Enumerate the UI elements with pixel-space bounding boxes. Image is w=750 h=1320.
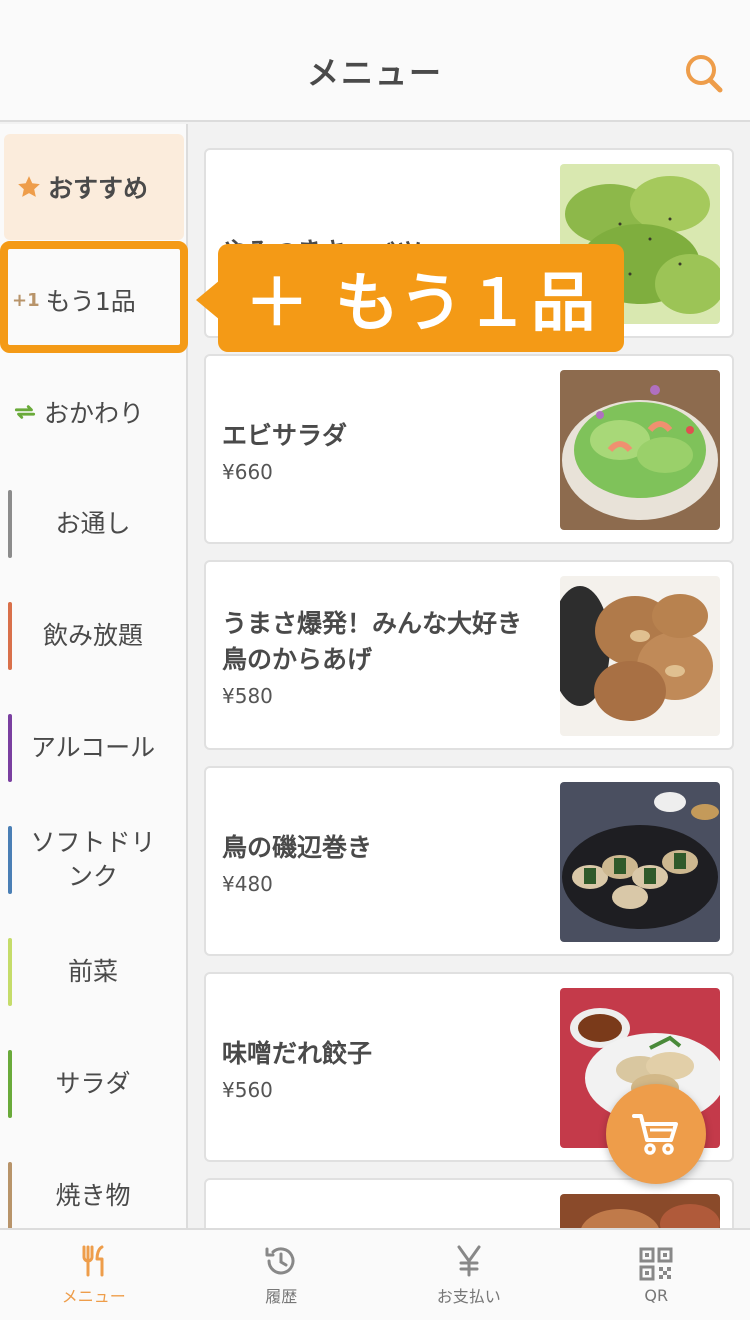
nav-qr[interactable]: QR <box>563 1230 750 1320</box>
sidebar-item-appetizer[interactable]: 前菜 <box>0 916 186 1028</box>
sidebar-item-label: アルコール <box>30 733 156 762</box>
refresh-icon <box>12 399 38 425</box>
menu-item-photo <box>560 782 720 942</box>
category-color-bar <box>8 938 12 1006</box>
sidebar-item-otoshi[interactable]: お通し <box>0 468 186 580</box>
fork-knife-icon <box>82 1245 104 1277</box>
nav-label: お支払い <box>436 1287 501 1306</box>
menu-item-name: 味噌だれ餃子 <box>222 1039 373 1068</box>
highlight-frame <box>0 241 188 353</box>
history-icon <box>265 1247 295 1275</box>
sidebar-item-all-you-can-drink[interactable]: 飲み放題 <box>0 580 186 692</box>
sidebar-item-recommended[interactable]: おすすめ <box>4 134 184 240</box>
sidebar-item-label: おすすめ <box>48 174 149 203</box>
menu-card[interactable] <box>204 1178 734 1228</box>
sidebar-item-label: お通し <box>55 509 131 538</box>
star-icon <box>16 174 42 200</box>
search-icon <box>686 55 723 93</box>
menu-item-name: エビサラダ <box>222 421 348 450</box>
sidebar-item-label: 飲み放題 <box>42 621 143 650</box>
nav-label: QR <box>644 1285 669 1305</box>
app-header: メニュー <box>0 0 750 122</box>
menu-item-price: ¥660 <box>222 460 273 484</box>
menu-card[interactable]: 鳥の磯辺巻き ¥480 <box>204 766 734 956</box>
sidebar-item-refill[interactable]: おかわり <box>0 356 186 468</box>
category-color-bar <box>8 1162 12 1228</box>
nav-history[interactable]: 履歴 <box>188 1230 376 1320</box>
qr-code-icon <box>639 1247 673 1280</box>
menu-item-photo <box>560 370 720 530</box>
sidebar-item-label: おかわり <box>44 399 145 428</box>
category-color-bar <box>8 714 12 782</box>
menu-item-photo <box>560 576 720 736</box>
nav-menu[interactable]: メニュー <box>0 1230 188 1320</box>
nav-payment[interactable]: お支払い <box>375 1230 563 1320</box>
sidebar-item-alcohol[interactable]: アルコール <box>0 692 186 804</box>
tooltip-callout: ＋ もう１品 <box>218 244 624 352</box>
nav-label: メニュー <box>61 1287 126 1306</box>
yen-icon <box>457 1245 481 1277</box>
sidebar-item-label: 前菜 <box>67 957 118 986</box>
menu-item-price: ¥580 <box>222 684 273 708</box>
category-color-bar <box>8 826 12 894</box>
category-color-bar <box>8 490 12 558</box>
bottom-nav: メニュー 履歴 お支払い QR <box>0 1228 750 1320</box>
menu-item-name: 鳥の磯辺巻き <box>222 833 373 862</box>
menu-item-photo <box>560 1194 720 1228</box>
cart-icon <box>632 1114 678 1155</box>
sidebar-item-label: サラダ <box>55 1069 131 1098</box>
nav-label: 履歴 <box>265 1287 298 1306</box>
sidebar-item-label: ソフトドリンク <box>30 828 156 891</box>
menu-item-name: うまさ爆発！みんな大好き鳥のからあげ <box>222 609 523 674</box>
cart-button[interactable] <box>606 1084 706 1184</box>
sidebar-item-grilled[interactable]: 焼き物 <box>0 1140 186 1228</box>
sidebar-item-label: 焼き物 <box>55 1181 131 1210</box>
menu-item-price: ¥560 <box>222 1078 273 1102</box>
tooltip-arrow <box>196 280 220 320</box>
sidebar-item-salad[interactable]: サラダ <box>0 1028 186 1140</box>
page-title: メニュー <box>306 54 443 92</box>
menu-item-price: ¥480 <box>222 872 273 896</box>
category-color-bar <box>8 602 12 670</box>
search-button[interactable] <box>682 52 726 96</box>
menu-card[interactable]: うまさ爆発！みんな大好き鳥のからあげ ¥580 <box>204 560 734 750</box>
category-color-bar <box>8 1050 12 1118</box>
sidebar-item-soft-drink[interactable]: ソフトドリンク <box>0 804 186 916</box>
menu-card[interactable]: エビサラダ ¥660 <box>204 354 734 544</box>
